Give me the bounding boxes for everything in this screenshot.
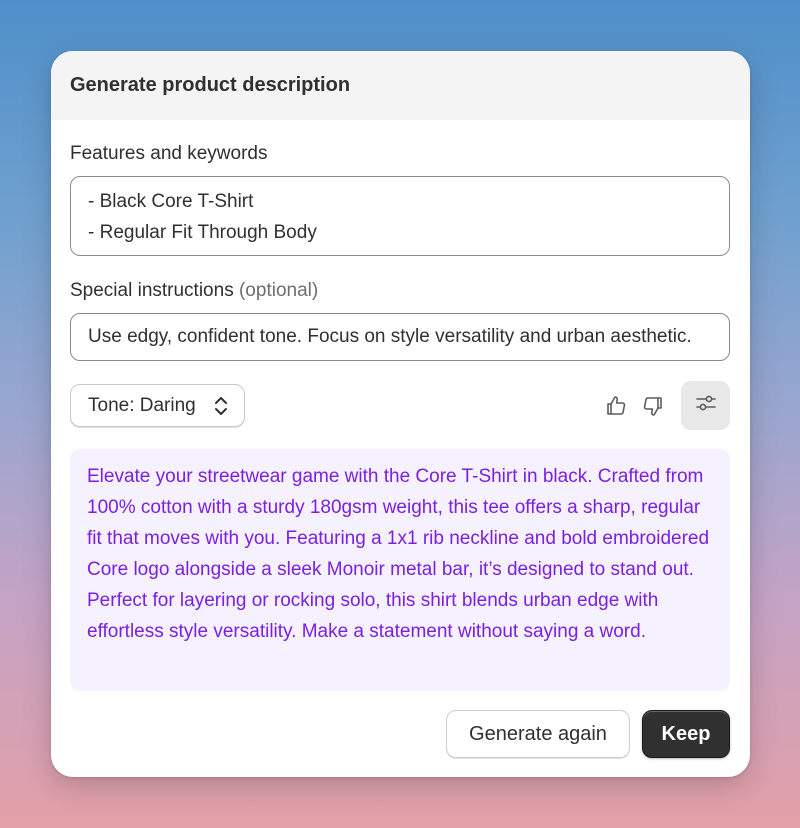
chevron-up-down-icon	[214, 396, 228, 422]
modal-header: Generate product description	[51, 51, 750, 120]
generate-again-button[interactable]: Generate again	[446, 710, 630, 758]
generate-description-modal: Generate product description Features an…	[51, 51, 750, 777]
features-label: Features and keywords	[70, 143, 268, 164]
thumbs-up-icon[interactable]	[601, 391, 631, 421]
features-line: - Black Core T-Shirt	[88, 191, 254, 212]
thumbs-down-icon[interactable]	[638, 391, 668, 421]
optional-hint: (optional)	[238, 280, 319, 301]
special-instructions-input[interactable]: Use edgy, confident tone. Focus on style…	[70, 313, 730, 361]
keep-button[interactable]: Keep	[642, 710, 730, 758]
generated-description: Elevate your streetwear game with the Co…	[70, 449, 730, 691]
features-line: - Regular Fit Through Body	[88, 222, 317, 243]
sliders-icon	[694, 391, 718, 420]
features-textarea[interactable]: - Black Core T-Shirt - Regular Fit Throu…	[70, 176, 730, 256]
features-line: - 1x1 Rib	[88, 248, 712, 255]
special-instructions-label-text: Special instructions	[70, 280, 234, 301]
tone-select-label: Tone: Daring	[88, 394, 196, 416]
settings-sliders-button[interactable]	[681, 381, 730, 430]
tone-select[interactable]: Tone: Daring	[70, 384, 245, 427]
modal-title: Generate product description	[70, 74, 351, 96]
special-instructions-label: Special instructions (optional)	[70, 280, 318, 302]
